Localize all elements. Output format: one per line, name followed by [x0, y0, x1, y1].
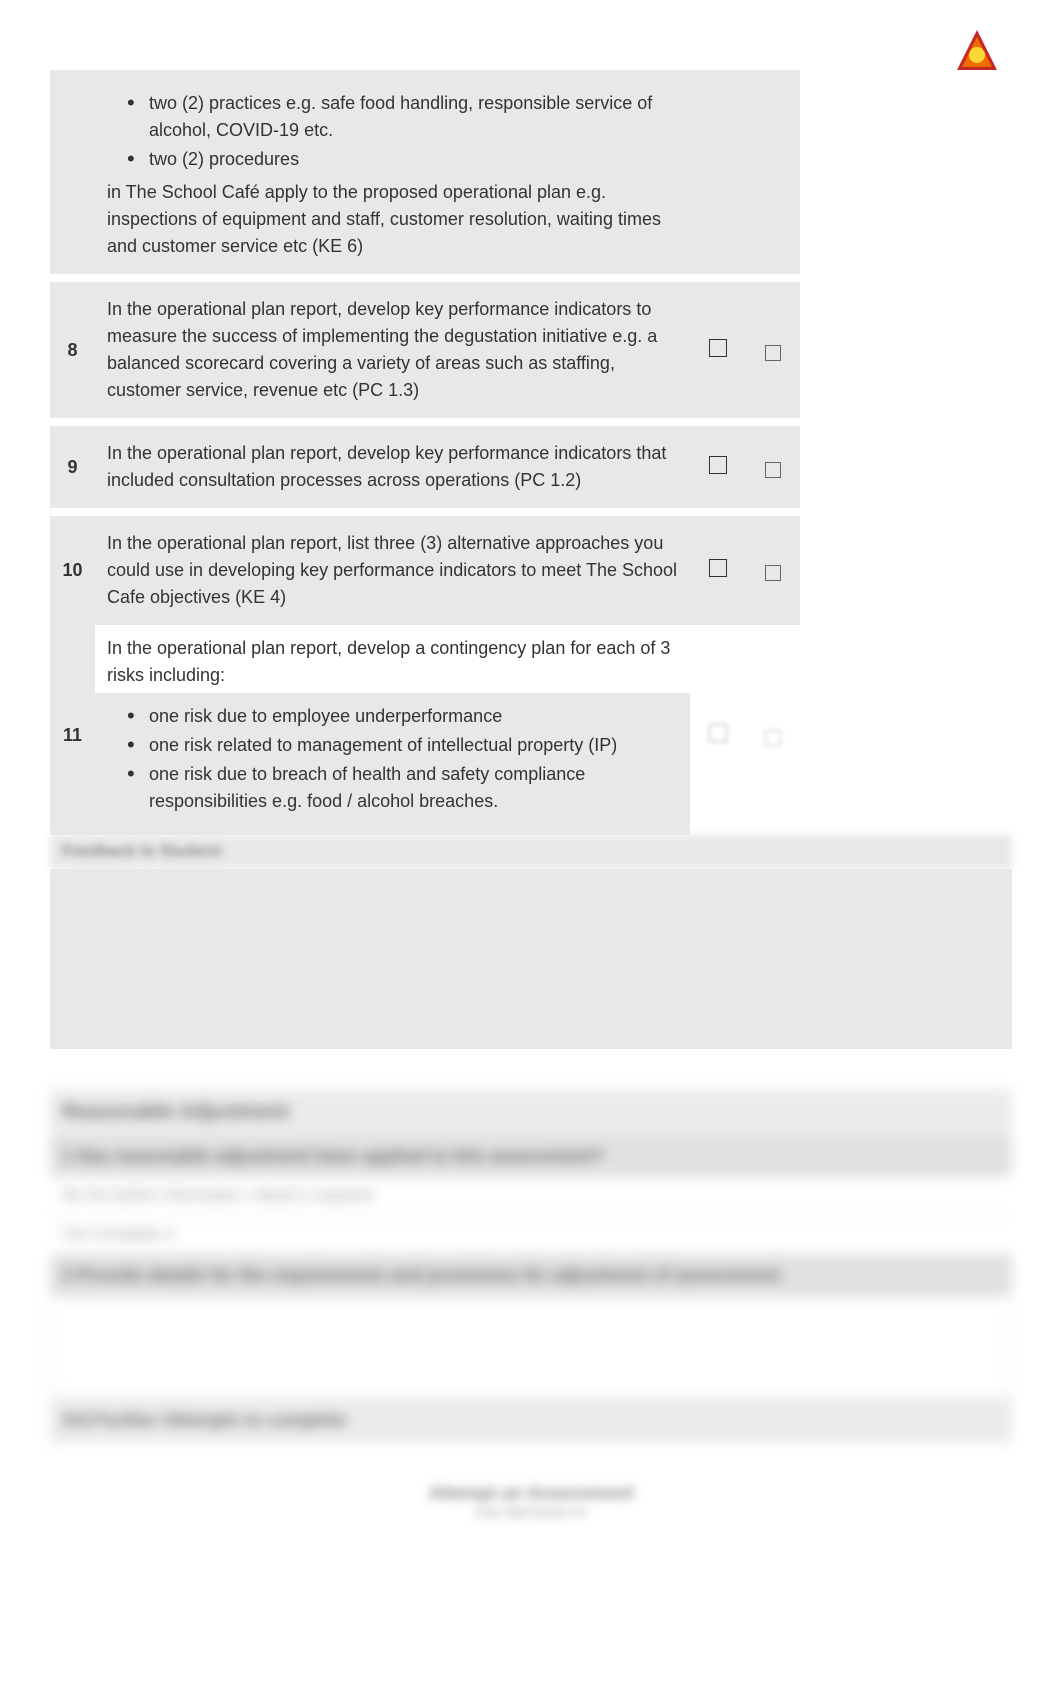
check-col-1	[690, 282, 745, 418]
check-col-2	[745, 625, 800, 835]
notes-col	[800, 70, 1012, 274]
check-col-1	[690, 516, 745, 625]
feedback-area-row	[50, 869, 1012, 1049]
check-col-2	[745, 282, 800, 418]
row-description: In the operational plan report, develop …	[95, 625, 690, 693]
table-row: two (2) practices e.g. safe food handlin…	[50, 70, 1012, 274]
brand-logo-icon	[947, 25, 1007, 80]
assessment-criteria-table: two (2) practices e.g. safe food handlin…	[50, 70, 1012, 1049]
section-header: Reasonable Adjustment	[50, 1089, 1012, 1136]
bullet-item: one risk related to management of intell…	[127, 732, 678, 759]
footer-subtitle: Unit Skill Build #:#	[50, 1504, 1012, 1520]
row-number	[50, 70, 95, 274]
checkbox-icon[interactable]	[709, 339, 727, 357]
check-col-1	[690, 70, 745, 274]
section-footer: 3rd Further Attempts to complete	[50, 1398, 1012, 1443]
row-number: 8	[50, 282, 95, 418]
notes-col	[800, 282, 1012, 418]
bullet-item: one risk due to employee underperformanc…	[127, 703, 678, 730]
table-row: 10 In the operational plan report, list …	[50, 516, 1012, 625]
checkbox-icon[interactable]	[709, 456, 727, 474]
notes-col	[800, 625, 1012, 835]
feedback-textarea[interactable]	[50, 869, 1012, 1049]
row-number: 9	[50, 426, 95, 508]
row-text: in The School Café apply to the proposed…	[107, 179, 678, 260]
table-row: 8 In the operational plan report, develo…	[50, 282, 1012, 418]
footer-title: Attempt an Assessment	[50, 1483, 1012, 1504]
details-textarea[interactable]	[50, 1296, 1012, 1396]
check-col-2	[745, 426, 800, 508]
checkbox-icon[interactable]	[765, 565, 781, 581]
checkbox-icon[interactable]	[765, 462, 781, 478]
check-col-2	[745, 516, 800, 625]
row-number: 11	[50, 625, 95, 835]
row-number: 10	[50, 516, 95, 625]
checkbox-icon[interactable]	[765, 345, 781, 361]
reasonable-adjustment-section: Reasonable Adjustment 1 Has reasonable a…	[50, 1089, 1012, 1443]
option-no[interactable]: No No further information / detail is re…	[50, 1177, 1012, 1216]
checkbox-icon[interactable]	[765, 730, 781, 746]
row-description: In the operational plan report, develop …	[95, 282, 690, 418]
feedback-header-row: Feedback to Student:	[50, 835, 1012, 869]
check-col-1	[690, 625, 745, 835]
question-2: 2 Provide details for the requirements a…	[50, 1255, 1012, 1296]
row-description: In the operational plan report, develop …	[95, 426, 690, 508]
option-yes[interactable]: Yes Complete 2	[50, 1216, 1012, 1255]
row-text-pre: In the operational plan report, develop …	[107, 635, 678, 689]
checkbox-icon[interactable]	[709, 724, 727, 742]
row-description: In the operational plan report, list thr…	[95, 516, 690, 625]
feedback-label: Feedback to Student:	[50, 835, 1012, 869]
check-col-1	[690, 426, 745, 508]
check-col-2	[745, 70, 800, 274]
bullet-item: two (2) procedures	[127, 146, 678, 173]
bullet-item: one risk due to breach of health and saf…	[127, 761, 678, 815]
notes-col	[800, 516, 1012, 625]
row-description: two (2) practices e.g. safe food handlin…	[95, 70, 690, 274]
checkbox-icon[interactable]	[709, 559, 727, 577]
bullet-item: two (2) practices e.g. safe food handlin…	[127, 90, 678, 144]
table-row: 11 In the operational plan report, devel…	[50, 625, 1012, 693]
notes-col	[800, 426, 1012, 508]
row-description: one risk due to employee underperformanc…	[95, 693, 690, 835]
table-row: 9 In the operational plan report, develo…	[50, 426, 1012, 508]
question-1: 1 Has reasonable adjustment been applied…	[50, 1136, 1012, 1177]
